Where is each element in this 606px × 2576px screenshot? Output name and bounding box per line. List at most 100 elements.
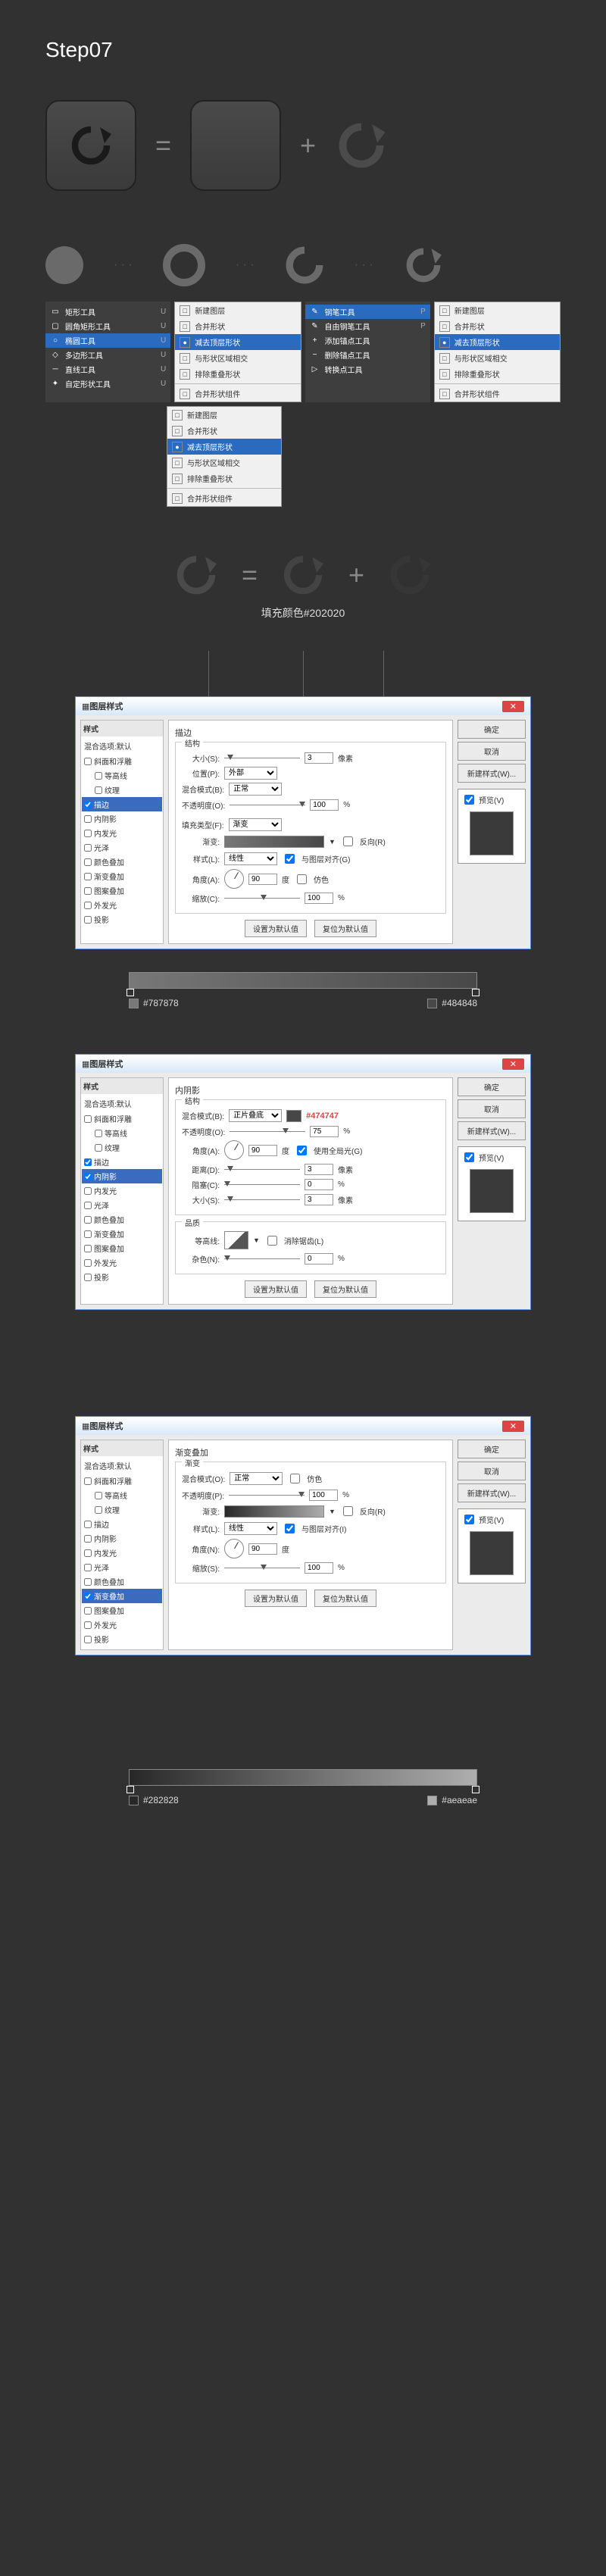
cancel-button[interactable]: 取消	[458, 1462, 526, 1480]
close-icon[interactable]: ✕	[502, 1421, 524, 1432]
style-item[interactable]: 投影	[84, 1270, 160, 1284]
style-item[interactable]: 描边	[82, 797, 162, 811]
style-check[interactable]	[84, 858, 92, 866]
menu-item[interactable]: □新建图层	[175, 302, 300, 318]
set-default-button[interactable]: 设置为默认值	[245, 920, 307, 937]
style-item[interactable]: 投影	[84, 912, 160, 927]
style-check[interactable]	[84, 815, 92, 823]
dither-check[interactable]	[290, 1474, 300, 1483]
reverse-check[interactable]	[343, 1506, 353, 1516]
menu-item[interactable]: □排除重叠形状	[175, 366, 300, 382]
menu-item[interactable]: □与形状区域相交	[435, 350, 560, 366]
style-item[interactable]: 渐变叠加	[82, 1589, 162, 1603]
style-item[interactable]: 等高线	[84, 1126, 160, 1140]
opacity-input[interactable]	[309, 1490, 338, 1501]
menu-item[interactable]: □新建图层	[435, 302, 560, 318]
style-item[interactable]: 外发光	[84, 898, 160, 912]
scale-slider[interactable]	[224, 1562, 300, 1574]
style-check[interactable]	[84, 902, 92, 909]
menu-item[interactable]: □合并形状组件	[167, 490, 281, 506]
menu-item[interactable]: □与形状区域相交	[175, 350, 300, 366]
choke-slider[interactable]	[224, 1178, 300, 1190]
dither-check[interactable]	[297, 874, 307, 884]
style-item[interactable]: 内阴影	[82, 1169, 162, 1183]
menu-item[interactable]: □合并形状组件	[175, 386, 300, 402]
style-item[interactable]: 渐变叠加	[84, 869, 160, 883]
angle-input[interactable]	[248, 1145, 277, 1156]
opacity-slider[interactable]	[229, 1489, 305, 1501]
align-check[interactable]	[285, 1524, 295, 1533]
scale-slider[interactable]	[224, 892, 300, 904]
ok-button[interactable]: 确定	[458, 1440, 526, 1458]
menu-item[interactable]: □合并形状	[167, 423, 281, 439]
style-check[interactable]	[84, 801, 92, 808]
style-check[interactable]	[84, 916, 92, 924]
style-item[interactable]: 斜面和浮雕	[84, 1474, 160, 1488]
opacity-slider[interactable]	[230, 1125, 305, 1137]
angle-dial[interactable]	[224, 869, 244, 889]
tool-item[interactable]: −删除锚点工具	[305, 348, 430, 362]
gradient-preview[interactable]	[224, 836, 324, 848]
angle-dial[interactable]	[224, 1140, 244, 1160]
style-check[interactable]	[84, 1549, 92, 1557]
style-item[interactable]: 光泽	[84, 840, 160, 855]
style-item[interactable]: 光泽	[84, 1560, 160, 1574]
style-item[interactable]: 斜面和浮雕	[84, 1111, 160, 1126]
style-check[interactable]	[84, 830, 92, 837]
angle-dial[interactable]	[224, 1539, 244, 1558]
style-check[interactable]	[84, 1621, 92, 1629]
style-check[interactable]	[84, 1535, 92, 1543]
opacity-input[interactable]	[310, 799, 339, 811]
style-item[interactable]: 内发光	[84, 826, 160, 840]
style-check[interactable]	[84, 1187, 92, 1195]
new-style-button[interactable]: 新建样式(W)...	[458, 1121, 526, 1140]
style-item[interactable]: 纹理	[84, 1502, 160, 1517]
style-item[interactable]: 图案叠加	[84, 1603, 160, 1618]
contour-picker[interactable]	[224, 1231, 248, 1249]
style-check[interactable]	[84, 1115, 92, 1123]
preview-check[interactable]	[464, 795, 474, 805]
style-item[interactable]: 描边	[84, 1155, 160, 1169]
style-check[interactable]	[84, 887, 92, 895]
tool-item[interactable]: ▷转换点工具	[305, 362, 430, 377]
style-check[interactable]	[95, 1144, 102, 1152]
cancel-button[interactable]: 取消	[458, 742, 526, 761]
dist-slider[interactable]	[224, 1163, 300, 1175]
style-check[interactable]	[84, 1636, 92, 1643]
tool-item[interactable]: +添加锚点工具	[305, 333, 430, 348]
style-item[interactable]: 等高线	[84, 1488, 160, 1502]
dist-input[interactable]	[305, 1164, 333, 1175]
choke-input[interactable]	[305, 1179, 333, 1190]
style-item[interactable]: 颜色叠加	[84, 1574, 160, 1589]
style-item[interactable]: 图案叠加	[84, 1241, 160, 1255]
style-check[interactable]	[95, 786, 102, 794]
titlebar[interactable]: ▦ 图层样式✕	[76, 1055, 530, 1073]
style-item[interactable]: 纹理	[84, 783, 160, 797]
opacity-input[interactable]	[310, 1126, 339, 1137]
angle-input[interactable]	[248, 874, 277, 885]
style-check[interactable]	[84, 1230, 92, 1238]
noise-slider[interactable]	[224, 1252, 300, 1265]
style-item[interactable]: 外发光	[84, 1618, 160, 1632]
style-check[interactable]	[84, 1521, 92, 1528]
style-check[interactable]	[95, 1492, 102, 1499]
style-item[interactable]: 光泽	[84, 1198, 160, 1212]
style-check[interactable]	[95, 1130, 102, 1137]
style-item[interactable]: 颜色叠加	[84, 855, 160, 869]
scale-input[interactable]	[305, 893, 333, 904]
tool-item[interactable]: ✎钢笔工具P	[305, 305, 430, 319]
scale-input[interactable]	[305, 1562, 333, 1574]
size-slider[interactable]	[224, 752, 300, 764]
style-item[interactable]: 斜面和浮雕	[84, 754, 160, 768]
close-icon[interactable]: ✕	[502, 701, 524, 712]
blend-select[interactable]: 正片叠底	[229, 1109, 282, 1122]
style-check[interactable]	[84, 1158, 92, 1166]
set-default-button[interactable]: 设置为默认值	[245, 1280, 307, 1298]
style-check[interactable]	[84, 1245, 92, 1252]
menu-item[interactable]: □合并形状	[435, 318, 560, 334]
color-swatch[interactable]	[286, 1110, 301, 1122]
filltype-select[interactable]: 渐变	[229, 818, 282, 831]
menu-item[interactable]: ●减去顶层形状	[175, 334, 300, 350]
cancel-button[interactable]: 取消	[458, 1099, 526, 1118]
style-check[interactable]	[95, 772, 102, 780]
